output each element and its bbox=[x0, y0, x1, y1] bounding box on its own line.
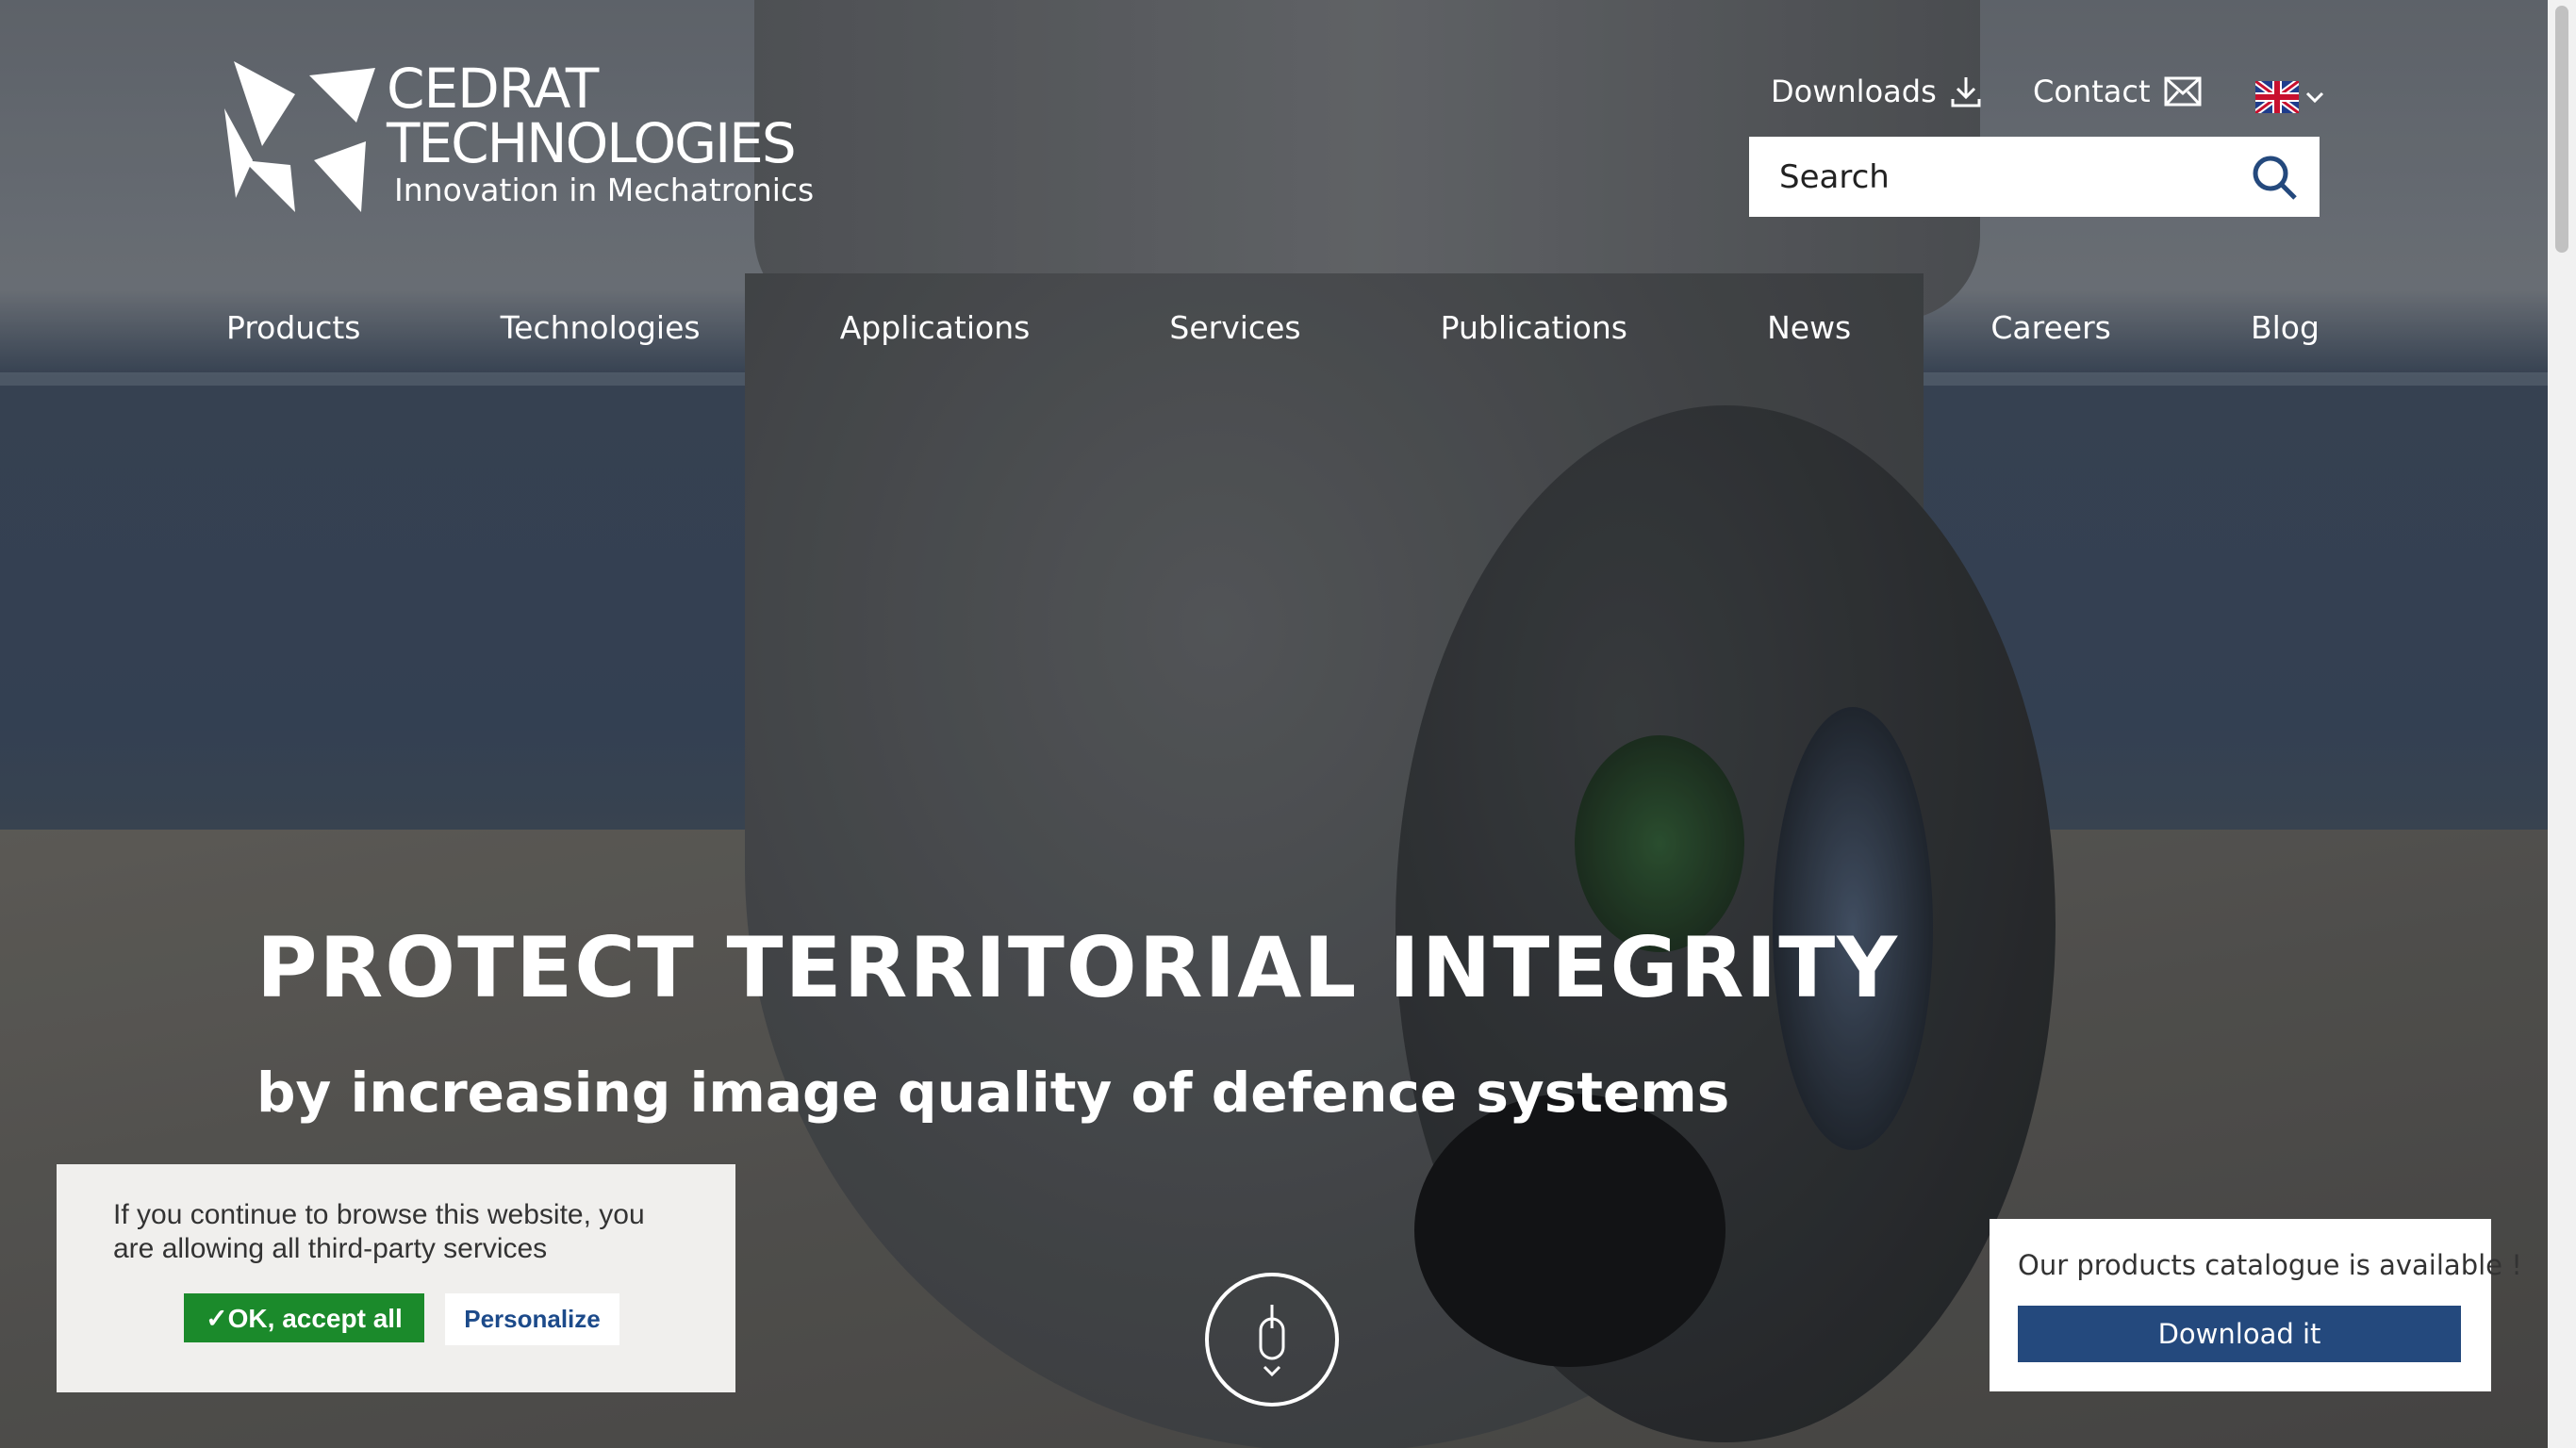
mouse-scroll-icon bbox=[1259, 1305, 1285, 1377]
logo-mark-icon bbox=[224, 61, 375, 212]
catalogue-download-button[interactable]: Download it bbox=[2018, 1306, 2461, 1362]
cookie-accept-button[interactable]: ✓OK, accept all bbox=[184, 1293, 424, 1342]
cookie-message: If you continue to browse this website, … bbox=[113, 1199, 645, 1264]
logo-name-line2: TECHNOLOGIES bbox=[387, 111, 797, 175]
download-icon bbox=[1951, 77, 1981, 107]
scroll-down-button[interactable] bbox=[1205, 1273, 1339, 1407]
logo-name-line1: CEDRAT bbox=[387, 57, 599, 121]
catalogue-popup: Our products catalogue is available ! Do… bbox=[1990, 1219, 2522, 1391]
nav-news[interactable]: News bbox=[1767, 309, 1851, 346]
site-logo[interactable]: CEDRAT TECHNOLOGIES Innovation in Mechat… bbox=[224, 57, 814, 226]
hero-title: PROTECT TERRITORIAL INTEGRITY bbox=[256, 919, 1900, 1016]
nav-services[interactable]: Services bbox=[1169, 309, 1300, 346]
envelope-icon bbox=[2164, 76, 2201, 107]
nav-products[interactable]: Products bbox=[226, 309, 361, 346]
search-input[interactable] bbox=[1777, 156, 2234, 197]
chevron-down-icon bbox=[2305, 91, 2324, 104]
cookie-personalize-button[interactable]: Personalize bbox=[445, 1293, 619, 1345]
nav-applications[interactable]: Applications bbox=[840, 309, 1031, 346]
nav-technologies[interactable]: Technologies bbox=[501, 309, 701, 346]
contact-label: Contact bbox=[2033, 74, 2151, 109]
page-scrollbar[interactable] bbox=[2548, 0, 2576, 1448]
downloads-label: Downloads bbox=[1771, 74, 1937, 109]
logo-tagline: Innovation in Mechatronics bbox=[394, 172, 815, 208]
nav-blog[interactable]: Blog bbox=[2251, 309, 2320, 346]
hero-subtitle: by increasing image quality of defence s… bbox=[256, 1061, 1730, 1125]
uk-flag-icon bbox=[2255, 81, 2299, 113]
nav-publications[interactable]: Publications bbox=[1441, 309, 1627, 346]
cookie-banner: If you continue to browse this website, … bbox=[57, 1164, 735, 1392]
main-nav: Products Technologies Applications Servi… bbox=[226, 309, 2320, 346]
nav-careers[interactable]: Careers bbox=[1990, 309, 2110, 346]
language-selector[interactable] bbox=[2242, 74, 2325, 121]
contact-link[interactable]: Contact bbox=[2033, 68, 2202, 115]
search-box bbox=[1749, 137, 2320, 217]
downloads-link[interactable]: Downloads bbox=[1771, 68, 1982, 115]
scrollbar-thumb[interactable] bbox=[2555, 6, 2568, 253]
catalogue-message: Our products catalogue is available ! bbox=[2018, 1249, 2522, 1281]
search-icon[interactable] bbox=[2250, 153, 2299, 202]
